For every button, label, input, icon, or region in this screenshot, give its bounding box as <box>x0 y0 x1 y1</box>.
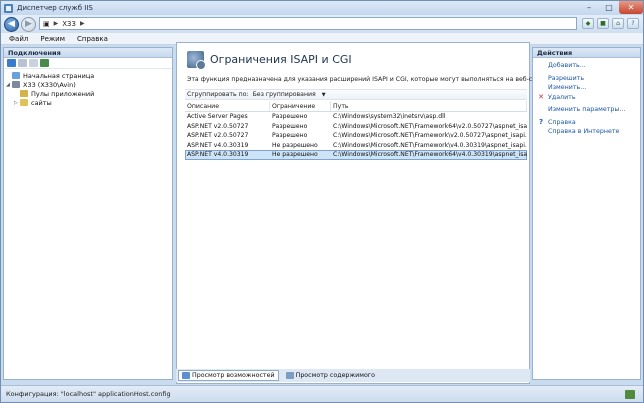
table-row[interactable]: ASP.NET v2.0.50727 Разрешено C:\Windows\… <box>185 122 527 132</box>
tab-content-view[interactable]: Просмотр содержимого <box>283 370 378 381</box>
network-status-icon <box>625 390 635 399</box>
tree-item-server[interactable]: ◢ X33 (X330\Avin) <box>6 80 172 89</box>
table-header: Описание Ограничение Путь <box>185 101 527 112</box>
actions-panel: Действия Добавить... Разрешить Изменить.… <box>532 47 641 380</box>
start-page-icon <box>12 72 20 79</box>
action-remove[interactable]: ✕ Удалить <box>533 93 640 103</box>
remove-x-icon: ✕ <box>538 93 544 102</box>
close-button[interactable]: ✕ <box>619 1 643 14</box>
connections-panel: Подключения Начальная страница ◢ X33 (X3… <box>3 47 173 380</box>
table-row-selected[interactable]: ASP.NET v4.0.30319 Не разрешено C:\Windo… <box>185 150 527 160</box>
action-edit-params[interactable]: Изменить параметры... <box>533 105 640 115</box>
connections-toolbar <box>4 58 172 69</box>
help-circle-icon: ? <box>538 118 544 127</box>
view-tabs: Просмотр возможностей Просмотр содержимо… <box>176 369 530 382</box>
connections-tree: Начальная страница ◢ X33 (X330\Avin) Пул… <box>4 69 172 107</box>
action-help-online[interactable]: Справка в Интернете <box>533 127 640 137</box>
restrictions-table: Описание Ограничение Путь Active Server … <box>185 101 527 160</box>
menu-help[interactable]: Справка <box>77 35 108 43</box>
feature-description: Эта функция предназначена для указания р… <box>187 76 558 83</box>
group-by-bar: Сгруппировать по: Без группирования ▼ <box>185 89 527 100</box>
address-field[interactable]: ▣ ▶ X33 ▶ <box>39 17 577 30</box>
minimize-button[interactable]: – <box>579 1 599 14</box>
table-row[interactable]: ASP.NET v4.0.30319 Не разрешено C:\Windo… <box>185 141 527 151</box>
status-text: Конфигурация: "localhost" applicationHos… <box>6 390 171 398</box>
server-icon <box>12 81 20 88</box>
isapi-cgi-icon <box>187 51 206 70</box>
feature-header: Ограничения ISAPI и CGI <box>187 51 352 70</box>
features-view-icon <box>182 372 190 379</box>
tree-item-sites[interactable]: ▷ сайты <box>6 98 172 107</box>
address-segment[interactable]: X33 <box>62 20 76 28</box>
tree-item-app-pools[interactable]: Пулы приложений <box>6 89 172 98</box>
feature-panel: Ограничения ISAPI и CGI Эта функция пред… <box>176 42 557 384</box>
sites-folder-icon <box>20 99 28 106</box>
table-row[interactable]: Active Server Pages Разрешено C:\Windows… <box>185 112 527 122</box>
iis-manager-window: Диспетчер служб IIS – □ ✕ ◀ ▶ ▣ ▶ X33 ▶ … <box>0 0 644 403</box>
save-icon[interactable] <box>18 59 27 67</box>
content-view-icon <box>285 372 294 379</box>
column-path[interactable]: Путь <box>331 101 527 111</box>
menu-view[interactable]: Режим <box>40 35 65 43</box>
table-row[interactable]: ASP.NET v2.0.50727 Разрешено C:\Windows\… <box>185 131 527 141</box>
chevron-right-icon: ▶ <box>53 20 59 27</box>
action-allow[interactable]: Разрешить <box>533 74 640 84</box>
title-bar: Диспетчер служб IIS – □ ✕ <box>1 1 643 15</box>
feature-title: Ограничения ISAPI и CGI <box>210 53 352 66</box>
chevron-down-icon: ▼ <box>321 91 326 98</box>
group-by-dropdown[interactable]: Без группирования ▼ <box>253 91 326 98</box>
address-root-icon: ▣ <box>43 19 50 28</box>
maximize-button[interactable]: □ <box>599 1 619 14</box>
refresh-connections-icon[interactable] <box>40 59 49 67</box>
status-bar: Конфигурация: "localhost" applicationHos… <box>1 385 643 402</box>
action-edit[interactable]: Изменить... <box>533 83 640 93</box>
chevron-right-icon[interactable]: ▶ <box>80 20 85 27</box>
home-icon[interactable]: ⌂ <box>612 18 624 29</box>
action-help[interactable]: ? Справка <box>533 118 640 128</box>
address-bar: ◀ ▶ ▣ ▶ X33 ▶ ◆ ■ ⌂ ? <box>1 15 643 33</box>
tab-features-view[interactable]: Просмотр возможностей <box>178 370 279 381</box>
connect-globe-icon[interactable] <box>7 59 16 67</box>
up-icon[interactable] <box>29 59 38 67</box>
help-icon[interactable]: ? <box>627 18 639 29</box>
actions-header: Действия <box>533 48 640 58</box>
forward-button[interactable]: ▶ <box>21 16 36 32</box>
column-description[interactable]: Описание <box>185 101 270 111</box>
iis-app-icon <box>4 3 13 13</box>
connect-icon[interactable]: ◆ <box>582 18 594 29</box>
menu-file[interactable]: Файл <box>9 35 28 43</box>
stop-icon[interactable]: ■ <box>597 18 609 29</box>
address-tools: ◆ ■ ⌂ ? <box>582 18 639 29</box>
tree-item-start-page[interactable]: Начальная страница <box>6 71 172 80</box>
connections-header: Подключения <box>4 48 172 58</box>
group-by-label: Сгруппировать по: <box>187 91 249 98</box>
app-pools-icon <box>20 90 28 97</box>
action-add[interactable]: Добавить... <box>533 61 640 71</box>
column-restriction[interactable]: Ограничение <box>270 101 331 111</box>
back-button[interactable]: ◀ <box>4 16 19 32</box>
window-title: Диспетчер служб IIS <box>17 4 93 12</box>
